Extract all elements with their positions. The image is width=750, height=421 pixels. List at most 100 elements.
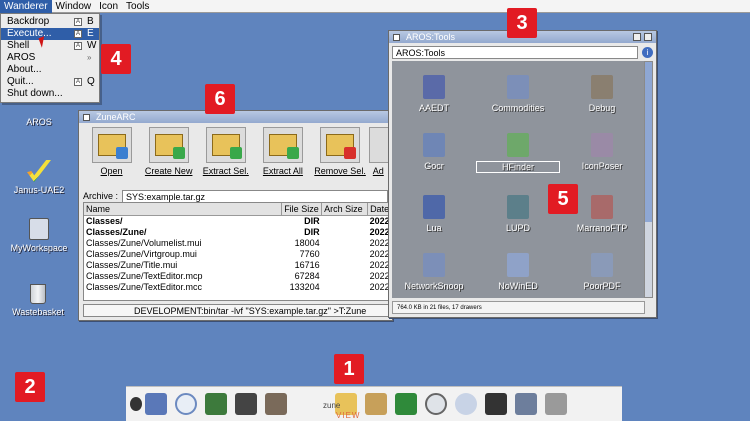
close-icon[interactable] [393, 33, 400, 41]
arrow-icon [115, 147, 128, 159]
system-icon[interactable] [545, 393, 567, 415]
debug-icon [591, 75, 613, 99]
table-row[interactable]: Classes/Zune/DIR 2022 [84, 227, 388, 238]
zunearc-toolbar: Open Create New Extract Sel. Extract All… [79, 123, 392, 187]
callout-badge-5: 5 [548, 184, 578, 214]
menu-item-backdrop[interactable]: Backdrop A B [1, 16, 99, 28]
menu-item-execute[interactable]: Execute... A E [1, 28, 99, 40]
desktop-icon-janus-uae2[interactable]: Janus-UAE2 [8, 160, 70, 195]
people-icon[interactable] [515, 393, 537, 415]
tool-icon-networksnoop[interactable]: NetworkSnoop [392, 253, 476, 291]
callout-badge-1: 1 [334, 354, 364, 384]
commodities-icon [507, 75, 529, 99]
column-header-date[interactable]: Date [367, 203, 388, 216]
networksnoop-icon [423, 253, 445, 277]
menu-item-shell[interactable]: Shell A W [1, 40, 99, 52]
paint-brushes-icon[interactable] [365, 393, 387, 415]
preferences-icon[interactable] [395, 393, 417, 415]
menu-window[interactable]: Window [52, 0, 96, 13]
tool-icon-debug[interactable]: Debug [560, 75, 644, 113]
table-row[interactable]: Classes/DIR 2022 [84, 215, 388, 227]
browser-compass-icon[interactable] [175, 393, 197, 415]
table-row[interactable]: Classes/Zune/Volumelist.mui 18004 2022 [84, 238, 388, 249]
menu-item-quit[interactable]: Quit... A Q [1, 76, 99, 88]
menu-item-aros[interactable]: AROS » [1, 52, 99, 64]
tool-icon-lua[interactable]: Lua [392, 195, 476, 233]
disk-tool-icon[interactable] [485, 393, 507, 415]
clapperboard-icon[interactable] [265, 393, 287, 415]
callout-badge-3: 3 [507, 8, 537, 38]
notes-book-icon[interactable] [205, 393, 227, 415]
checkmark-icon [172, 147, 185, 159]
lupd-icon [507, 195, 529, 219]
open-button[interactable]: Open [83, 127, 140, 187]
up-arrow-icon [286, 147, 299, 159]
aaedt-icon [423, 75, 445, 99]
table-row[interactable]: Classes/Zune/TextEditor.mcp 67284 2022 [84, 271, 388, 282]
extract-all-button[interactable]: Extract All [254, 127, 311, 187]
archive-row: Archive : SYS:example.tar.gz [83, 189, 388, 203]
gocr-icon [423, 133, 445, 157]
info-icon[interactable]: i [642, 46, 653, 58]
menu-icon[interactable]: Icon [95, 0, 122, 13]
submenu-arrow-icon: » [87, 53, 92, 62]
tool-icon-hfinder[interactable]: HFinder [476, 133, 560, 173]
desktop-icon-wastebasket[interactable]: Wastebasket [6, 284, 70, 317]
menu-item-about[interactable]: About... [1, 64, 99, 76]
marranoftp-icon [591, 195, 613, 219]
desktop-icon-aros[interactable]: AROS [14, 100, 64, 127]
nowined-icon [507, 253, 529, 277]
tool-icon-iconposer[interactable]: IconPoser [560, 133, 644, 171]
workspace-icon [29, 218, 49, 240]
magnifier-icon[interactable] [425, 393, 447, 415]
desktop-icon-myworkspace[interactable]: MyWorkspace [4, 218, 74, 253]
zunearc-titlebar[interactable]: ZuneARC [79, 111, 392, 123]
x-icon [344, 147, 357, 159]
extract-selected-button[interactable]: Extract Sel. [197, 127, 254, 187]
tool-icon-gocr[interactable]: Gocr [392, 133, 476, 171]
archive-path-field[interactable]: SYS:example.tar.gz [122, 189, 388, 203]
command-output-line: DEVELOPMENT:bin/tar -lvf "SYS:example.ta… [83, 304, 389, 317]
tool-icon-aaedt[interactable]: AAEDT [392, 75, 476, 113]
path-field[interactable]: AROS:Tools [392, 45, 638, 59]
table-row[interactable]: Classes/Zune/Virtgroup.mui 7760 2022 [84, 249, 388, 260]
up-arrow-icon [229, 147, 242, 159]
tool-icon-commodities[interactable]: Commodities [476, 75, 560, 113]
add-button[interactable]: Ad [368, 127, 388, 187]
menu-wanderer[interactable]: Wanderer [0, 0, 52, 13]
poorpdf-icon [591, 253, 613, 277]
menubar: Wanderer Window Icon Tools [0, 0, 750, 13]
tools-drawer-area[interactable]: AAEDT Commodities Debug Gocr HFinder Ico… [392, 61, 645, 298]
terminal-icon[interactable] [235, 393, 257, 415]
depth-icon[interactable] [644, 33, 652, 41]
amiga-key-icon: A [74, 18, 82, 26]
file-list[interactable]: Name File Size Arch Size Date Classes/DI… [83, 202, 389, 301]
iconify-icon[interactable] [633, 33, 641, 41]
table-row[interactable]: Classes/Zune/TextEditor.mcc 133204 2022 [84, 282, 388, 293]
column-header-file-size[interactable]: File Size [281, 203, 323, 216]
gauge-icon[interactable] [455, 393, 477, 415]
tool-icon-nowined[interactable]: NoWinED [476, 253, 560, 291]
amiga-key-icon: A [74, 30, 82, 38]
trash-icon [30, 284, 46, 304]
menu-tools[interactable]: Tools [122, 0, 153, 13]
dock-bar: zune VIEW [126, 386, 622, 421]
callout-badge-4: 4 [101, 44, 131, 74]
tool-icon-poorpdf[interactable]: PoorPDF [560, 253, 644, 291]
callout-badge-6: 6 [205, 84, 235, 114]
vertical-scrollbar[interactable] [644, 61, 653, 298]
column-header-arch-size[interactable]: Arch Size [321, 203, 369, 216]
create-new-button[interactable]: Create New [140, 127, 197, 187]
view-logo-text: VIEW [336, 411, 361, 420]
table-row[interactable]: Classes/Zune/Title.mui 16716 2022 [84, 260, 388, 271]
wanderer-dropdown-menu: Backdrop A B Execute... A E Shell A W AR… [0, 13, 100, 103]
column-header-name[interactable]: Name [84, 203, 283, 216]
callout-badge-2: 2 [15, 372, 45, 402]
scrollbar-thumb[interactable] [645, 62, 652, 222]
remove-selected-button[interactable]: Remove Sel. [312, 127, 369, 187]
wanderer-icon[interactable] [145, 393, 167, 415]
iconposer-icon [591, 133, 613, 157]
aros-logo-icon[interactable] [130, 397, 142, 411]
close-icon[interactable] [83, 113, 90, 121]
menu-item-shut-down[interactable]: Shut down... [1, 88, 99, 100]
